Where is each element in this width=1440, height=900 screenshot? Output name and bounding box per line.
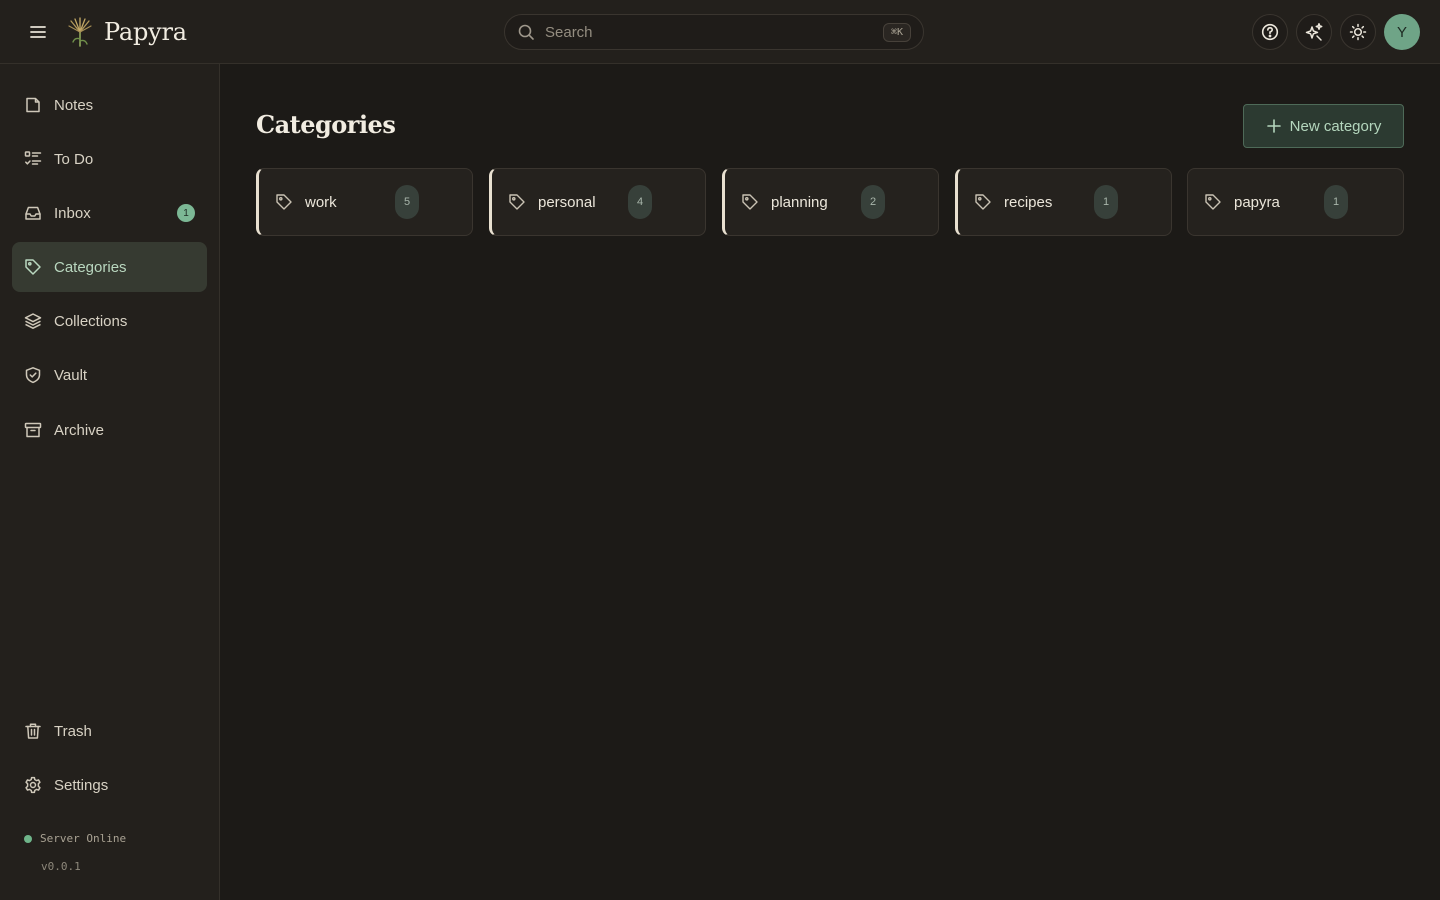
category-count-badge: 2 bbox=[861, 185, 885, 219]
sidebar-item-vault[interactable]: Vault bbox=[12, 350, 207, 400]
tag-icon bbox=[24, 258, 42, 276]
archive-icon bbox=[24, 421, 42, 439]
sidebar-item-label: To Do bbox=[54, 150, 94, 168]
server-status-text: Server Online bbox=[40, 832, 127, 845]
category-name: recipes bbox=[1004, 193, 1053, 211]
sidebar-item-label: Notes bbox=[54, 96, 94, 114]
sidebar-item-label: Categories bbox=[54, 258, 127, 276]
tag-icon bbox=[275, 193, 293, 211]
category-count-badge: 5 bbox=[395, 185, 419, 219]
checklist-icon bbox=[24, 150, 42, 168]
sidebar-item-todo[interactable]: To Do bbox=[12, 134, 207, 184]
category-card-work[interactable]: work 5 bbox=[256, 168, 473, 236]
category-name: planning bbox=[771, 193, 828, 211]
tag-icon bbox=[508, 193, 526, 211]
search-bar[interactable]: ⌘K bbox=[504, 14, 924, 50]
sidebar-item-collections[interactable]: Collections bbox=[12, 296, 207, 346]
sparkles-icon bbox=[1304, 22, 1324, 42]
top-bar: Papyra ⌘K bbox=[0, 0, 1440, 64]
note-icon bbox=[24, 96, 42, 114]
category-card-papyra[interactable]: papyra 1 bbox=[1187, 168, 1404, 236]
sidebar-item-label: Collections bbox=[54, 312, 128, 330]
category-name: personal bbox=[538, 193, 596, 211]
sidebar-item-label: Archive bbox=[54, 421, 105, 439]
category-count-badge: 1 bbox=[1094, 185, 1118, 219]
sidebar-item-label: Trash bbox=[54, 722, 92, 740]
category-count-badge: 1 bbox=[1324, 185, 1348, 219]
sun-icon bbox=[1349, 23, 1367, 41]
server-status: Server Online bbox=[24, 832, 126, 845]
tag-icon bbox=[974, 193, 992, 211]
category-card-recipes[interactable]: recipes 1 bbox=[955, 168, 1172, 236]
sidebar-item-label: Inbox bbox=[54, 204, 91, 222]
brand-name: Papyra bbox=[104, 18, 187, 46]
user-avatar[interactable]: Y bbox=[1384, 14, 1420, 50]
inbox-icon bbox=[24, 204, 42, 222]
category-card-planning[interactable]: planning 2 bbox=[722, 168, 939, 236]
search-input[interactable] bbox=[545, 23, 883, 41]
inbox-count-badge: 1 bbox=[177, 204, 195, 222]
tag-icon bbox=[1204, 193, 1222, 211]
category-count-badge: 4 bbox=[628, 185, 652, 219]
sidebar-item-categories[interactable]: Categories bbox=[12, 242, 207, 292]
sidebar-item-label: Vault bbox=[54, 366, 88, 384]
gear-icon bbox=[24, 776, 42, 794]
sidebar-item-inbox[interactable]: Inbox 1 bbox=[12, 188, 207, 238]
sidebar-item-label: Settings bbox=[54, 776, 109, 794]
tag-icon bbox=[741, 193, 759, 211]
ai-assistant-button[interactable] bbox=[1296, 14, 1332, 50]
menu-icon bbox=[30, 25, 46, 39]
search-shortcut-badge: ⌘K bbox=[882, 22, 911, 42]
sidebar: Notes To Do Inbox 1 Categories Collectio… bbox=[0, 64, 220, 900]
layers-icon bbox=[24, 312, 42, 330]
help-button[interactable] bbox=[1252, 14, 1288, 50]
new-category-label: New category bbox=[1289, 117, 1382, 135]
search-icon bbox=[517, 23, 535, 41]
category-name: papyra bbox=[1234, 193, 1280, 211]
app-version: v0.0.1 bbox=[41, 860, 81, 873]
page-title: Categories bbox=[256, 110, 396, 139]
category-name: work bbox=[305, 193, 337, 211]
menu-button[interactable] bbox=[24, 18, 52, 46]
new-category-button[interactable]: New category bbox=[1243, 104, 1404, 148]
papyrus-logo-icon bbox=[66, 17, 94, 47]
sidebar-item-settings[interactable]: Settings bbox=[12, 760, 207, 810]
plus-icon bbox=[1266, 118, 1282, 134]
category-card-personal[interactable]: personal 4 bbox=[489, 168, 706, 236]
shield-icon bbox=[24, 366, 42, 384]
sidebar-item-trash[interactable]: Trash bbox=[12, 706, 207, 756]
sidebar-item-notes[interactable]: Notes bbox=[12, 80, 207, 130]
help-icon bbox=[1261, 23, 1279, 41]
trash-icon bbox=[24, 722, 42, 740]
theme-toggle-button[interactable] bbox=[1340, 14, 1376, 50]
sidebar-item-archive[interactable]: Archive bbox=[12, 405, 207, 455]
brand[interactable]: Papyra bbox=[66, 14, 187, 50]
status-dot-icon bbox=[24, 834, 32, 843]
